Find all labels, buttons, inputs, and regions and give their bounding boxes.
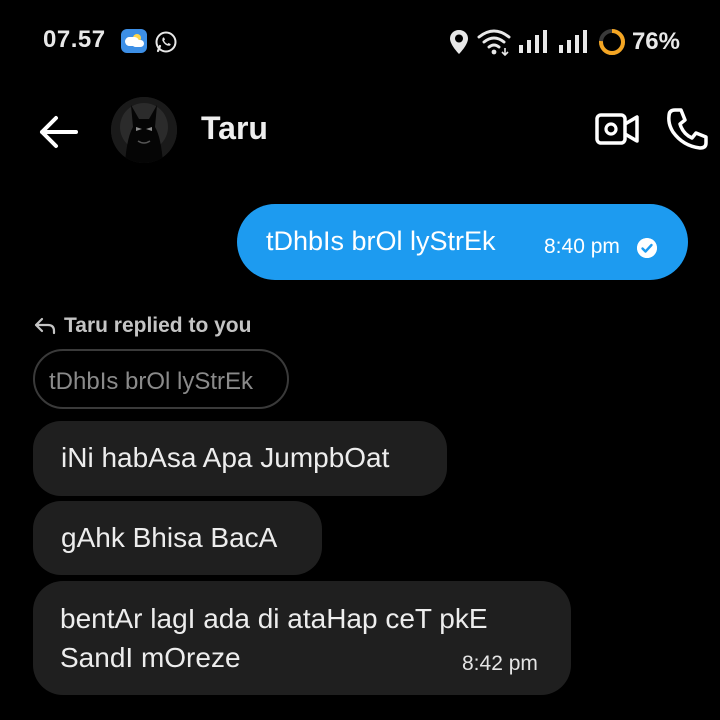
status-icons: 76% <box>448 24 680 60</box>
incoming-message[interactable]: gAhk Bhisa BacA <box>33 501 322 575</box>
outgoing-message[interactable]: tDhbIs brOl lyStrEk 8:40 pm <box>237 204 688 280</box>
phone-call-icon[interactable] <box>665 106 709 152</box>
weather-icon <box>121 29 147 53</box>
incoming-message[interactable]: iNi habAsa Apa JumpbOat <box>33 421 447 496</box>
whatsapp-icon <box>155 31 177 53</box>
message-text-line-2: SandI mOreze <box>60 642 241 673</box>
message-time: 8:40 pm <box>544 235 620 258</box>
message-text-line-1: bentAr lagI ada di ataHap ceT pkE <box>60 603 488 634</box>
message-time: 8:42 pm <box>462 652 538 675</box>
contact-name[interactable]: Taru <box>201 110 268 147</box>
message-text: tDhbIs brOl lyStrEk <box>266 226 496 256</box>
battery-ring-icon <box>598 29 625 55</box>
location-icon <box>449 30 468 54</box>
quoted-text: tDhbIs brOl lyStrEk <box>49 368 254 395</box>
read-check-icon <box>637 238 657 258</box>
message-text: gAhk Bhisa BacA <box>61 522 278 553</box>
wifi-icon <box>477 29 511 56</box>
message-text: iNi habAsa Apa JumpbOat <box>61 442 390 473</box>
incoming-message[interactable]: bentAr lagI ada di ataHap ceT pkE SandI … <box>33 581 571 695</box>
batman-avatar-icon <box>111 97 177 163</box>
video-call-icon[interactable] <box>594 110 640 148</box>
signal-icon <box>558 30 587 53</box>
reply-label-text: Taru replied to you <box>64 314 252 337</box>
quoted-message[interactable]: tDhbIs brOl lyStrEk <box>33 349 289 409</box>
back-arrow-icon[interactable] <box>36 112 80 152</box>
status-bar: 07.57 76% <box>0 0 720 80</box>
status-time: 07.57 <box>43 26 106 53</box>
reply-label: Taru replied to you <box>34 314 251 338</box>
avatar[interactable] <box>111 97 177 163</box>
reply-arrow-icon <box>34 317 56 335</box>
battery-percent: 76% <box>631 28 680 55</box>
signal-icon <box>518 30 547 53</box>
